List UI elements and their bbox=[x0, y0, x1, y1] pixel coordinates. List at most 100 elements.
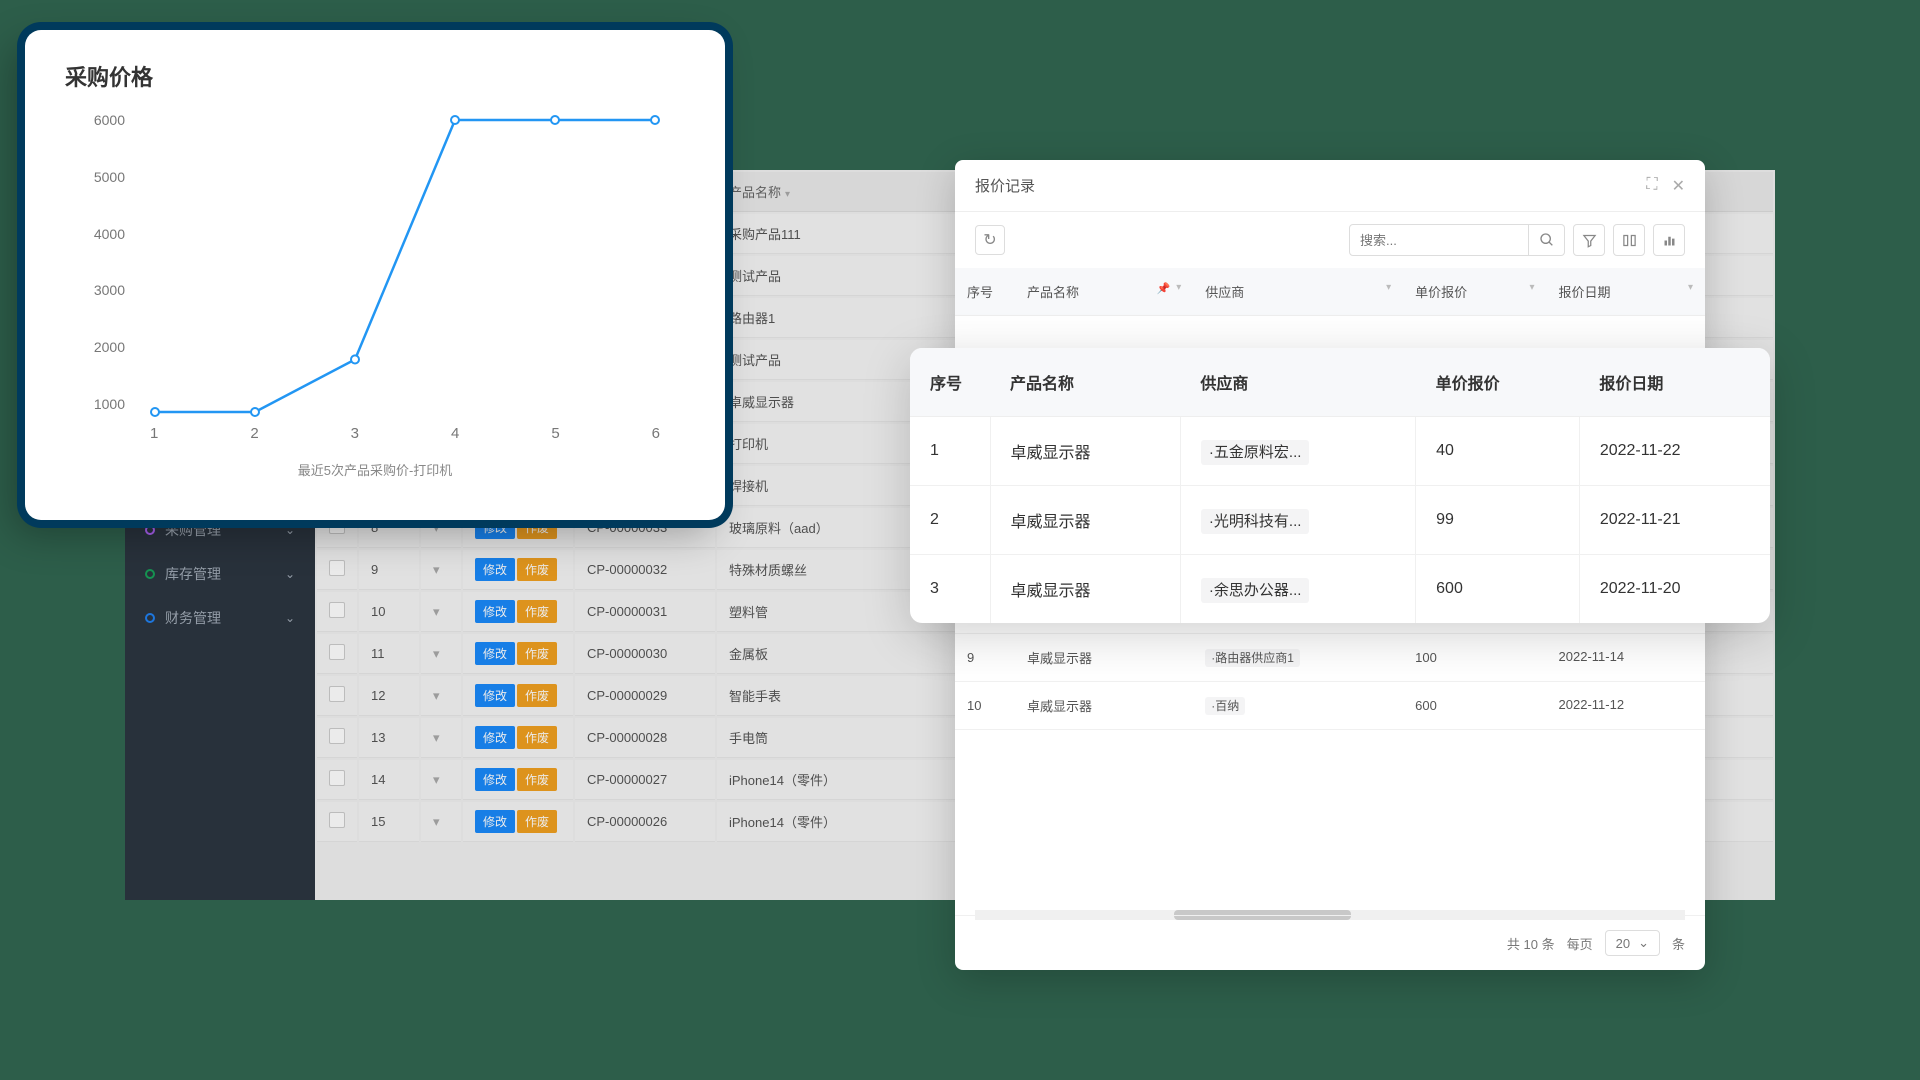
dialog-toolbar: ↻ bbox=[955, 212, 1705, 268]
checkbox[interactable] bbox=[329, 770, 345, 786]
search-button[interactable] bbox=[1529, 224, 1565, 256]
supplier-cell[interactable]: ·五金原料宏... bbox=[1180, 417, 1415, 486]
edit-button[interactable]: 修改 bbox=[475, 810, 515, 833]
col-seq[interactable]: 序号 bbox=[955, 268, 1015, 316]
date-cell: 2022-11-12 bbox=[1547, 681, 1705, 729]
product-cell: 卓威显示器 bbox=[1015, 681, 1193, 729]
sort-icon[interactable]: ▾ bbox=[1176, 282, 1181, 293]
product-code: CP-00000030 bbox=[575, 634, 715, 674]
checkbox[interactable] bbox=[329, 644, 345, 660]
table-row[interactable]: 1卓威显示器·五金原料宏...402022-11-22 bbox=[910, 417, 1770, 486]
product-code: CP-00000026 bbox=[575, 802, 715, 842]
product-cell: 卓威显示器 bbox=[990, 486, 1180, 555]
supplier-cell[interactable]: ·光明科技有... bbox=[1180, 486, 1415, 555]
overlay-table: 序号 产品名称 供应商 单价报价 报价日期 1卓威显示器·五金原料宏...402… bbox=[910, 348, 1770, 623]
sort-icon: ▾ bbox=[433, 520, 440, 535]
product-code: CP-00000029 bbox=[575, 676, 715, 716]
void-button[interactable]: 作废 bbox=[517, 810, 557, 833]
table-row[interactable]: 10卓威显示器·百纳6002022-11-12 bbox=[955, 681, 1705, 729]
void-button[interactable]: 作废 bbox=[517, 642, 557, 665]
sidebar-item-inventory[interactable]: 库存管理 ⌄ bbox=[125, 552, 315, 596]
void-button[interactable]: 作废 bbox=[517, 768, 557, 791]
edit-button[interactable]: 修改 bbox=[475, 684, 515, 707]
expand-icon[interactable]: ⛶ bbox=[1646, 176, 1657, 196]
sort-icon: ▾ bbox=[433, 646, 440, 661]
edit-button[interactable]: 修改 bbox=[475, 726, 515, 749]
sort-icon: ▾ bbox=[433, 688, 440, 703]
product-code: CP-00000027 bbox=[575, 760, 715, 800]
price-cell: 40 bbox=[1416, 417, 1580, 486]
price-cell: 100 bbox=[1403, 633, 1546, 681]
col-supplier: 供应商 bbox=[1180, 348, 1415, 417]
chart-button[interactable] bbox=[1653, 224, 1685, 256]
seq-cell: 2 bbox=[910, 486, 990, 555]
price-cell: 600 bbox=[1403, 681, 1546, 729]
edit-button[interactable]: 修改 bbox=[475, 558, 515, 581]
col-date[interactable]: 报价日期▾ bbox=[1547, 268, 1705, 316]
per-page-label: 每页 bbox=[1567, 934, 1593, 953]
sort-icon[interactable]: ▾ bbox=[1530, 282, 1535, 293]
date-cell: 2022-11-21 bbox=[1579, 486, 1770, 555]
sort-icon: ▾ bbox=[433, 730, 440, 745]
col-product[interactable]: 产品名称▾📌 bbox=[1015, 268, 1193, 316]
refresh-button[interactable]: ↻ bbox=[975, 225, 1005, 255]
filter-icon bbox=[1582, 233, 1597, 248]
columns-icon bbox=[1622, 233, 1637, 248]
product-code: CP-00000032 bbox=[575, 550, 715, 590]
unit-label: 条 bbox=[1672, 934, 1685, 953]
product-cell: 卓威显示器 bbox=[1015, 633, 1193, 681]
product-cell: 卓威显示器 bbox=[990, 417, 1180, 486]
table-row[interactable]: 3卓威显示器·余思办公器...6002022-11-20 bbox=[910, 555, 1770, 624]
dialog-title: 报价记录 bbox=[975, 175, 1646, 196]
chart-area: 100020003000400050006000 123456 bbox=[65, 112, 685, 452]
sort-icon[interactable]: ▾ bbox=[785, 189, 790, 200]
page-size-select[interactable]: 20 ⌄ bbox=[1605, 930, 1660, 956]
close-icon[interactable]: ✕ bbox=[1672, 176, 1685, 196]
void-button[interactable]: 作废 bbox=[517, 558, 557, 581]
price-cell: 600 bbox=[1416, 555, 1580, 624]
chart-plot bbox=[135, 120, 675, 412]
sort-icon[interactable]: ▾ bbox=[1688, 282, 1693, 293]
checkbox[interactable] bbox=[329, 560, 345, 576]
checkbox[interactable] bbox=[329, 518, 345, 534]
col-price: 单价报价 bbox=[1416, 348, 1580, 417]
col-seq: 序号 bbox=[910, 348, 990, 417]
date-cell: 2022-11-20 bbox=[1579, 555, 1770, 624]
sort-icon[interactable]: ▾ bbox=[1386, 282, 1391, 293]
checkbox[interactable] bbox=[329, 728, 345, 744]
void-button[interactable]: 作废 bbox=[517, 684, 557, 707]
chevron-down-icon: ⌄ bbox=[285, 523, 295, 537]
supplier-cell[interactable]: ·余思办公器... bbox=[1180, 555, 1415, 624]
chart-card: 采购价格 100020003000400050006000 123456 最近5… bbox=[25, 30, 725, 520]
price-cell: 99 bbox=[1416, 486, 1580, 555]
table-row[interactable]: 9卓威显示器·路由器供应商11002022-11-14 bbox=[955, 633, 1705, 681]
filter-button[interactable] bbox=[1573, 224, 1605, 256]
col-product: 产品名称 bbox=[990, 348, 1180, 417]
edit-button[interactable]: 修改 bbox=[475, 768, 515, 791]
y-axis-labels: 100020003000400050006000 bbox=[65, 112, 125, 412]
supplier-cell[interactable]: ·路由器供应商1 bbox=[1193, 633, 1403, 681]
total-count-label: 共 10 条 bbox=[1507, 934, 1555, 953]
date-cell: 2022-11-14 bbox=[1547, 633, 1705, 681]
edit-button[interactable]: 修改 bbox=[475, 600, 515, 623]
chart-caption: 最近5次产品采购价-打印机 bbox=[65, 460, 685, 479]
bar-chart-icon bbox=[1662, 233, 1677, 248]
col-price[interactable]: 单价报价▾ bbox=[1403, 268, 1546, 316]
search-input[interactable] bbox=[1349, 224, 1529, 256]
checkbox[interactable] bbox=[329, 686, 345, 702]
settings-button[interactable] bbox=[1613, 224, 1645, 256]
checkbox[interactable] bbox=[329, 602, 345, 618]
checkbox[interactable] bbox=[329, 812, 345, 828]
col-supplier[interactable]: 供应商▾ bbox=[1193, 268, 1403, 316]
chevron-down-icon: ⌄ bbox=[285, 611, 295, 625]
edit-button[interactable]: 修改 bbox=[475, 642, 515, 665]
sidebar-item-finance[interactable]: 财务管理 ⌄ bbox=[125, 596, 315, 640]
void-button[interactable]: 作废 bbox=[517, 600, 557, 623]
void-button[interactable]: 作废 bbox=[517, 726, 557, 749]
pin-icon[interactable]: 📌 bbox=[1157, 282, 1171, 295]
supplier-cell[interactable]: ·百纳 bbox=[1193, 681, 1403, 729]
sidebar-item-label: 采购管理 bbox=[165, 520, 221, 540]
table-row[interactable]: 2卓威显示器·光明科技有...992022-11-21 bbox=[910, 486, 1770, 555]
dialog-footer: 共 10 条 每页 20 ⌄ 条 bbox=[955, 915, 1705, 970]
search-icon bbox=[1539, 232, 1555, 248]
